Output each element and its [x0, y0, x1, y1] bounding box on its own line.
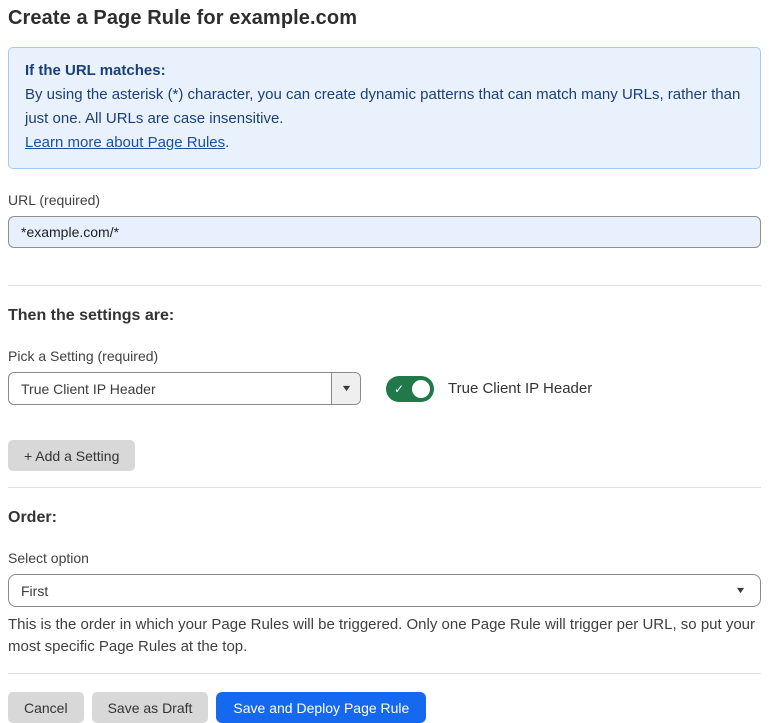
setting-select-arrow-box[interactable]: ▼: [331, 373, 360, 404]
setting-select-value: True Client IP Header: [9, 373, 331, 404]
order-select[interactable]: First ▼: [8, 574, 761, 607]
footer-divider: [8, 673, 761, 674]
order-section-heading: Order:: [8, 509, 761, 527]
setting-select[interactable]: True Client IP Header ▼: [8, 372, 361, 405]
info-box-body: By using the asterisk (*) character, you…: [25, 83, 744, 131]
order-help-text: This is the order in which your Page Rul…: [8, 614, 756, 658]
setting-toggle-label: True Client IP Header: [448, 380, 592, 397]
chevron-down-icon: ▼: [340, 384, 352, 393]
url-field-label: URL (required): [8, 192, 761, 208]
page-rule-form: Create a Page Rule for example.com If th…: [0, 0, 769, 723]
add-setting-button[interactable]: + Add a Setting: [8, 440, 135, 471]
section-divider: [8, 285, 761, 286]
link-suffix: .: [225, 134, 229, 151]
url-input[interactable]: [8, 216, 761, 248]
setting-row: True Client IP Header ▼ ✓ True Client IP…: [8, 372, 761, 405]
section-divider: [8, 487, 761, 488]
pick-setting-label: Pick a Setting (required): [8, 348, 761, 364]
url-match-info-box: If the URL matches: By using the asteris…: [8, 47, 761, 169]
setting-toggle[interactable]: ✓: [386, 376, 434, 402]
learn-more-link[interactable]: Learn more about Page Rules: [25, 134, 225, 151]
chevron-down-icon: ▼: [735, 586, 747, 595]
page-title: Create a Page Rule for example.com: [8, 7, 761, 30]
order-select-label: Select option: [8, 550, 761, 566]
check-icon: ✓: [394, 381, 404, 397]
info-box-link-line: Learn more about Page Rules.: [25, 131, 744, 155]
info-box-heading: If the URL matches:: [25, 59, 744, 83]
toggle-knob: [410, 378, 432, 400]
order-select-value: First: [21, 583, 48, 599]
settings-section-heading: Then the settings are:: [8, 307, 761, 325]
